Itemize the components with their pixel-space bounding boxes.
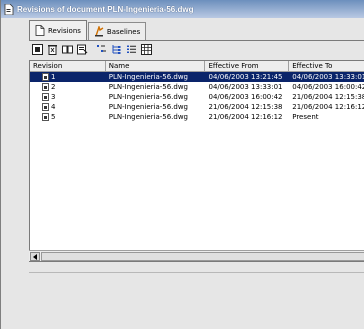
column-header-name[interactable]: Name [106,61,206,72]
horizontal-scrollbar[interactable] [29,250,364,261]
grid-icon[interactable] [140,43,152,55]
table-row[interactable]: 1 PLN-Ingenieria-56.dwg 04/06/2003 13:21… [30,72,364,82]
tab-baselines-label: Baselines [106,27,141,36]
tab-revisions-label: Revisions [48,26,81,35]
document-icon [42,103,49,111]
effective-from: 04/06/2003 13:33:01 [208,83,283,91]
properties-icon[interactable] [76,43,88,55]
table-header: Revision Name Effective From Effective T… [30,61,364,72]
divider [29,272,364,273]
column-header-effective-from[interactable]: Effective From [205,61,290,72]
revisions-window: Revisions of document PLN-Ingenieria-56.… [0,0,364,329]
revision-number: 1 [51,73,56,81]
tab-baselines[interactable]: Baselines [87,22,147,40]
tab-strip: Revisions Baselines [29,20,147,40]
title-bar[interactable]: Revisions of document PLN-Ingenieria-56.… [1,0,364,18]
effective-from: 04/06/2003 13:21:45 [208,73,283,81]
document-icon [42,93,49,101]
document-icon [35,25,45,36]
revision-name: PLN-Ingenieria-56.dwg [108,103,189,111]
sort-icon[interactable] [95,43,107,55]
tree-icon[interactable] [110,43,122,55]
revision-name: PLN-Ingenieria-56.dwg [108,83,189,91]
effective-to: 04/06/2003 13:33:01 [292,73,364,81]
compare-icon[interactable] [61,43,73,55]
revision-name: PLN-Ingenieria-56.dwg [108,73,189,81]
document-icon [42,83,49,91]
open-icon[interactable] [31,43,43,55]
revision-name: PLN-Ingenieria-56.dwg [108,113,189,121]
effective-from: 04/06/2003 16:00:42 [208,93,283,101]
effective-from: 21/06/2004 12:15:38 [208,103,283,111]
document-icon [4,3,14,15]
table-row[interactable]: 2 PLN-Ingenieria-56.dwg 04/06/2003 13:33… [30,82,364,92]
baseline-icon [94,24,104,37]
table-row[interactable]: 3 PLN-Ingenieria-56.dwg 04/06/2003 16:00… [30,92,364,102]
revision-number: 3 [51,93,56,101]
table-row[interactable]: 4 PLN-Ingenieria-56.dwg 21/06/2004 12:15… [30,102,364,112]
scrollbar-thumb[interactable] [41,252,364,261]
revision-number: 5 [51,113,56,121]
window-title: Revisions of document PLN-Ingenieria-56.… [17,4,194,14]
revision-name: PLN-Ingenieria-56.dwg [108,93,189,101]
delete-icon[interactable] [46,43,58,55]
revision-number: 2 [51,83,56,91]
scroll-left-icon[interactable] [30,252,40,261]
column-header-effective-to[interactable]: Effective To [289,61,364,72]
tab-revisions[interactable]: Revisions [29,20,87,40]
effective-to: Present [292,113,319,121]
effective-to: 04/06/2003 16:00:42 [292,83,364,91]
list-icon[interactable] [125,43,137,55]
revision-number: 4 [51,103,56,111]
document-icon [42,73,49,81]
table-row[interactable]: 5 PLN-Ingenieria-56.dwg 21/06/2004 12:16… [30,112,364,122]
revisions-table: Revision Name Effective From Effective T… [29,60,364,262]
column-header-revision[interactable]: Revision [30,61,106,72]
toolbar [31,42,155,56]
effective-from: 21/06/2004 12:16:12 [208,113,283,121]
effective-to: 21/06/2004 12:16:12 [292,103,364,111]
document-icon [42,113,49,121]
effective-to: 21/06/2004 12:15:38 [292,93,364,101]
